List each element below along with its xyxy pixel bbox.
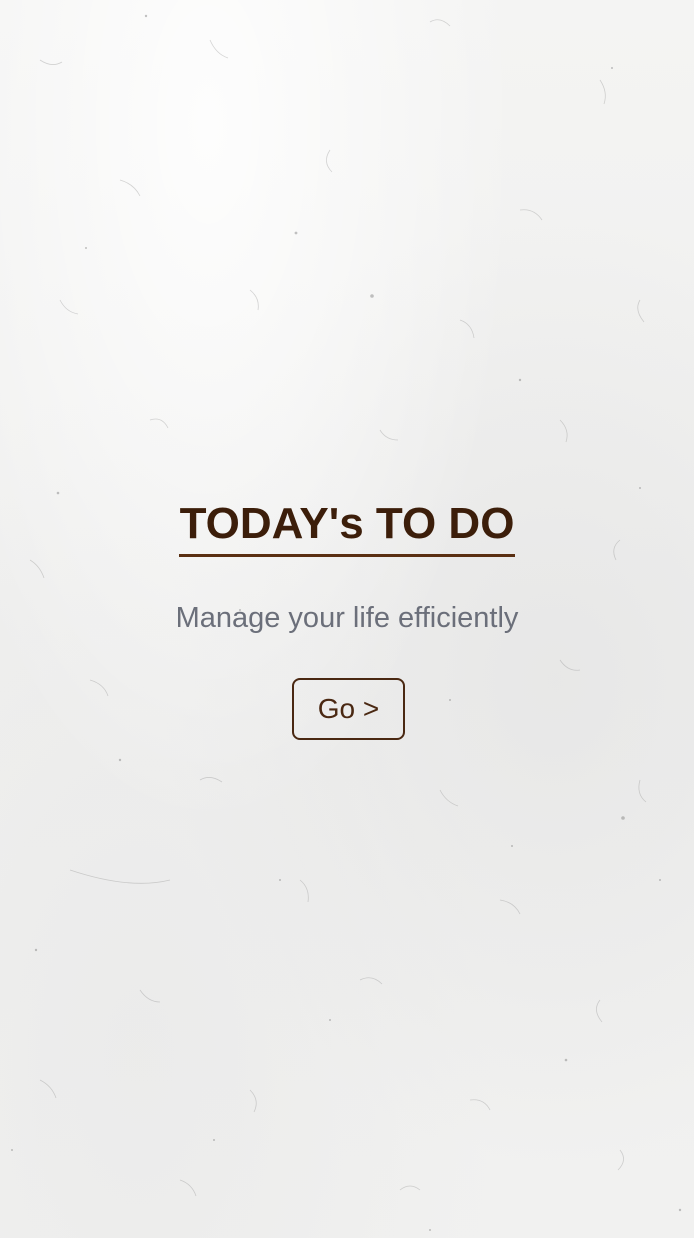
app-title-heading: TODAY's TO DO <box>0 498 694 557</box>
go-button[interactable]: Go > <box>292 678 405 740</box>
app-subtitle: Manage your life efficiently <box>175 602 519 634</box>
landing-screen: TODAY's TO DO Manage your life efficient… <box>0 0 694 1238</box>
app-title: TODAY's TO DO <box>178 498 516 557</box>
